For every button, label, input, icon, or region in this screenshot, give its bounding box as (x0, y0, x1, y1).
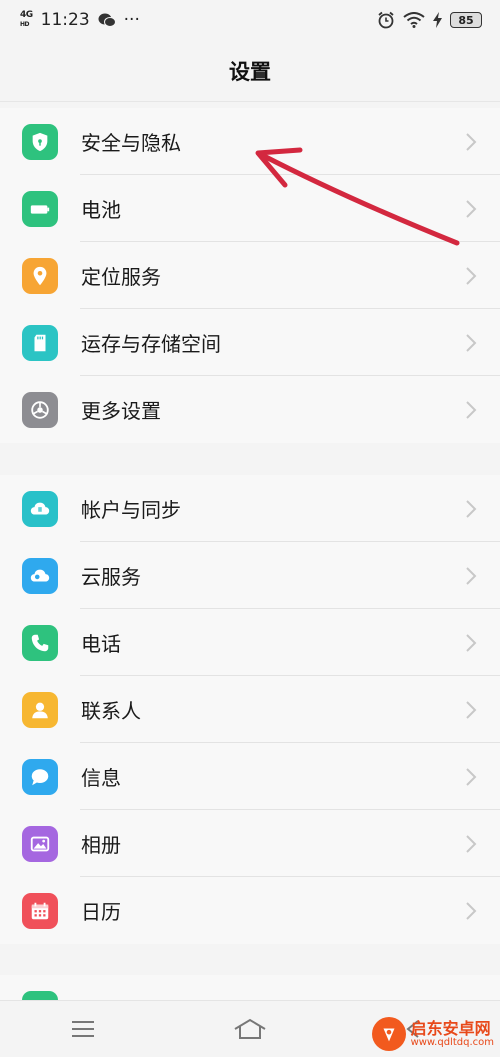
battery-icon (22, 190, 58, 227)
settings-item-label: 电池 (81, 198, 121, 222)
partial-app-icon[interactable] (22, 991, 58, 1000)
settings-item-accounts-sync[interactable]: 帐户与同步 (0, 475, 500, 542)
watermark-url: www.qdltdq.com (410, 1037, 494, 1049)
calendar-icon (22, 892, 58, 929)
watermark-logo-icon (371, 1017, 406, 1051)
settings-item-label: 联系人 (81, 699, 141, 723)
location-icon (22, 257, 58, 294)
settings-item-more-settings[interactable]: 更多设置 (0, 376, 500, 443)
more-notifications: ··· (123, 10, 140, 30)
settings-group-3-partial (0, 975, 500, 1000)
shield-icon (22, 123, 58, 160)
phone-icon (22, 624, 58, 661)
settings-item-messages[interactable]: 信息 (0, 743, 500, 810)
photo-icon (22, 825, 58, 862)
settings-item-battery[interactable]: 电池 (0, 175, 500, 242)
settings-item-label: 帐户与同步 (81, 498, 181, 522)
gear-icon (22, 391, 58, 428)
settings-item-cloud-service[interactable]: 云服务 (0, 542, 500, 609)
chevron-right-icon (466, 266, 477, 285)
settings-item-label: 运存与存储空间 (81, 332, 221, 356)
chevron-right-icon (466, 700, 477, 719)
settings-item-label: 更多设置 (81, 399, 161, 423)
sd-card-icon (22, 324, 58, 361)
chevron-right-icon (466, 767, 477, 786)
settings-item-label: 信息 (81, 766, 121, 790)
chevron-right-icon (466, 633, 477, 652)
chevron-right-icon (466, 566, 477, 585)
chevron-right-icon (466, 901, 477, 920)
menu-button[interactable] (63, 1014, 103, 1044)
alarm-icon (378, 11, 394, 29)
settings-item-phone[interactable]: 电话 (0, 609, 500, 676)
contact-icon (22, 691, 58, 728)
settings-item-security-privacy[interactable]: 安全与隐私 (0, 108, 500, 175)
settings-item-album[interactable]: 相册 (0, 810, 500, 877)
status-bar: 4G HD 11:23 ··· 85 (0, 0, 500, 40)
home-button[interactable] (230, 1014, 270, 1044)
settings-item-label: 相册 (81, 833, 121, 857)
chevron-right-icon (466, 400, 477, 419)
chevron-right-icon (466, 834, 477, 853)
message-icon (22, 758, 58, 795)
settings-group-1: 安全与隐私 电池 定位服务 运存与存储空间 更多设置 (0, 108, 500, 443)
chevron-right-icon (466, 199, 477, 218)
settings-item-label: 云服务 (81, 565, 141, 589)
network-sub-label: HD (20, 21, 30, 28)
network-label: 4G (20, 10, 33, 20)
battery-level: 85 (450, 12, 482, 28)
settings-item-location[interactable]: 定位服务 (0, 242, 500, 309)
site-watermark: 启东安卓网 www.qdltdq.com (371, 1017, 494, 1051)
wechat-icon (98, 13, 116, 27)
settings-item-calendar[interactable]: 日历 (0, 877, 500, 944)
settings-item-label: 定位服务 (81, 265, 161, 289)
status-time: 11:23 (40, 10, 90, 30)
settings-group-2: 帐户与同步 云服务 电话 联系人 信息 相册 日历 (0, 475, 500, 944)
settings-item-contacts[interactable]: 联系人 (0, 676, 500, 743)
settings-item-storage[interactable]: 运存与存储空间 (0, 309, 500, 376)
chevron-right-icon (466, 499, 477, 518)
network-indicator: 4G HD (20, 11, 33, 29)
cloud-icon (22, 557, 58, 594)
settings-item-label: 安全与隐私 (81, 131, 181, 155)
page-title-bar: 设置 (0, 40, 500, 102)
menu-icon (72, 1021, 95, 1037)
watermark-title: 启东安卓网 (410, 1018, 491, 1038)
chevron-right-icon (466, 333, 477, 352)
wifi-icon (403, 12, 425, 28)
settings-item-label: 电话 (81, 632, 121, 656)
chevron-right-icon (466, 132, 477, 151)
home-icon (234, 1018, 266, 1039)
cloud-sync-icon (22, 490, 58, 527)
charging-icon (433, 12, 442, 28)
settings-item-label: 日历 (81, 900, 121, 924)
page-title: 设置 (229, 59, 271, 84)
